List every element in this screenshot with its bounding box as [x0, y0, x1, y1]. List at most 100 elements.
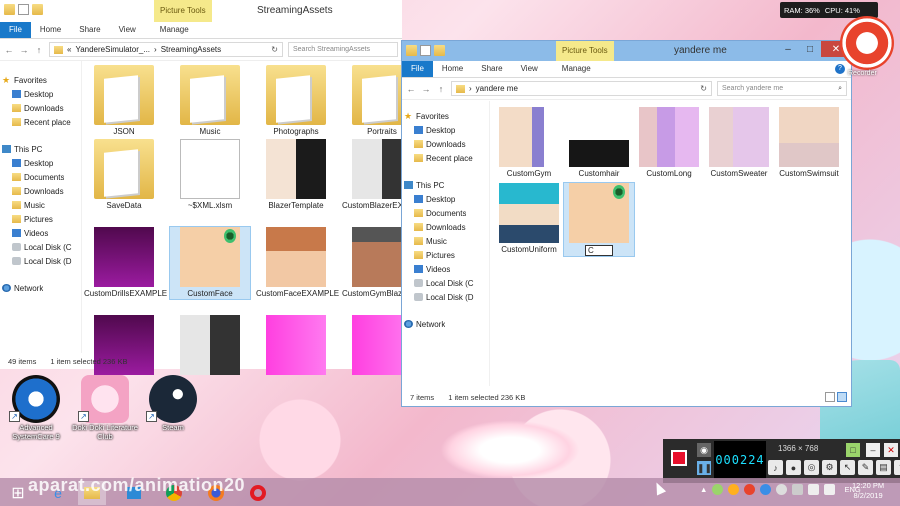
network-icon[interactable] — [808, 484, 820, 495]
nav-item[interactable]: Music — [12, 198, 45, 212]
up-arrow-icon[interactable]: ↑ — [436, 84, 446, 94]
stop-record-button[interactable] — [671, 450, 687, 466]
nav-item[interactable]: Desktop — [414, 123, 455, 137]
breadcrumb-item[interactable]: yandere me — [476, 84, 518, 93]
action-center-icon[interactable] — [792, 484, 804, 495]
tab-view[interactable]: View — [512, 61, 547, 77]
breadcrumb-overflow[interactable]: « — [67, 45, 71, 54]
nav-item[interactable]: Network — [404, 317, 445, 331]
file-item[interactable]: BlazerTemplate — [256, 139, 336, 211]
details-view-icon[interactable] — [825, 392, 835, 402]
desktop-icon-steam[interactable]: ↗ Steam — [140, 375, 206, 432]
volume-icon[interactable] — [824, 484, 836, 495]
tab-share[interactable]: Share — [70, 22, 109, 38]
tab-file[interactable]: File — [402, 61, 433, 77]
search-icon[interactable]: ⌕ — [838, 85, 842, 93]
nav-item[interactable]: Music — [414, 234, 447, 248]
breadcrumb-item[interactable]: YandereSimulator_... — [75, 45, 150, 54]
microphone-icon[interactable]: ● — [786, 460, 801, 475]
file-item[interactable]: Customhair — [564, 107, 634, 179]
folder-item[interactable]: SaveData — [84, 139, 164, 211]
tab-manage[interactable]: Manage — [151, 22, 198, 38]
tray-app-icon[interactable] — [728, 484, 740, 495]
speaker-icon[interactable]: ♪ — [768, 460, 783, 475]
nav-item[interactable]: Desktop — [414, 192, 455, 206]
nav-item[interactable]: Recent place — [414, 151, 473, 165]
desktop-icon-advanced-systemcare[interactable]: ↗ Advanced SystemCare 9 — [3, 375, 69, 441]
new-folder-icon[interactable] — [434, 45, 445, 56]
address-bar[interactable]: › yandere me ↻ — [451, 81, 712, 96]
forward-arrow-icon[interactable]: → — [19, 45, 29, 55]
cursor-icon[interactable]: ↖ — [840, 460, 855, 475]
nav-item[interactable]: Pictures — [414, 248, 455, 262]
file-item[interactable]: CustomLong — [634, 107, 704, 179]
tab-share[interactable]: Share — [472, 61, 511, 77]
nav-item[interactable]: Documents — [414, 206, 466, 220]
back-arrow-icon[interactable]: ← — [4, 45, 14, 55]
nav-item[interactable]: Videos — [12, 226, 48, 240]
search-input[interactable]: Search StreamingAssets — [288, 42, 398, 57]
refresh-icon[interactable]: ↻ — [700, 84, 707, 93]
tray-app-icon[interactable] — [712, 484, 724, 495]
nav-item[interactable]: This PC — [404, 178, 444, 192]
nav-item[interactable]: Desktop — [12, 156, 53, 170]
nav-item[interactable]: Desktop — [12, 87, 53, 101]
nav-item[interactable]: Videos — [414, 262, 450, 276]
minimize-icon[interactable]: ‒ — [777, 41, 799, 57]
upload-icon[interactable]: ⇪ — [894, 460, 900, 475]
file-item[interactable]: C — [563, 182, 635, 257]
address-bar[interactable]: « YandereSimulator_... › StreamingAssets… — [49, 42, 283, 57]
webcam-icon[interactable]: ◎ — [804, 460, 819, 475]
settings-icon[interactable]: ⚙ — [822, 460, 837, 475]
nav-item[interactable]: Downloads — [414, 220, 466, 234]
breadcrumb-item[interactable]: StreamingAssets — [161, 45, 221, 54]
rename-field[interactable]: C — [564, 245, 634, 256]
tab-home[interactable]: Home — [433, 61, 472, 77]
folder-item[interactable]: JSON — [84, 65, 164, 137]
taskbar-clock[interactable]: 12:20 PM 8/2/2019 — [852, 481, 884, 501]
maximize-icon[interactable]: □ — [799, 41, 821, 57]
pause-icon[interactable]: ❚❚ — [697, 461, 712, 475]
up-arrow-icon[interactable]: ↑ — [34, 45, 44, 55]
new-folder-icon[interactable] — [32, 4, 43, 15]
restore-icon[interactable]: □ — [846, 443, 860, 457]
file-item[interactable]: CustomSweater — [704, 107, 774, 179]
minimize-icon[interactable]: – — [866, 443, 880, 457]
folder-item[interactable]: Photographs — [256, 65, 336, 137]
nav-item[interactable]: Downloads — [12, 101, 64, 115]
taskbar-opera[interactable] — [244, 481, 272, 505]
large-icons-view-icon[interactable] — [837, 392, 847, 402]
nav-item[interactable]: Documents — [12, 170, 64, 184]
file-item[interactable]: CustomSwimsuit — [774, 107, 844, 179]
nav-item[interactable]: Recent place — [12, 115, 71, 129]
properties-icon[interactable] — [18, 4, 29, 15]
file-item[interactable]: CustomGym — [494, 107, 564, 179]
properties-icon[interactable] — [420, 45, 431, 56]
folder-icon[interactable]: ▤ — [876, 460, 891, 475]
nav-item[interactable]: Local Disk (D — [12, 254, 72, 268]
file-item[interactable]: CustomFace — [169, 226, 251, 300]
file-item[interactable]: CustomUniform — [494, 183, 564, 255]
nav-item[interactable]: Local Disk (D — [414, 290, 474, 304]
tab-file[interactable]: File — [0, 22, 31, 38]
close-icon[interactable]: ✕ — [884, 443, 898, 457]
file-item[interactable]: CustomFaceEXAMPLE — [256, 227, 339, 299]
search-input[interactable]: Search yandere me ⌕ — [717, 81, 847, 96]
nav-item[interactable]: Downloads — [12, 184, 64, 198]
pen-icon[interactable]: ✎ — [858, 460, 873, 475]
help-icon[interactable]: ? — [835, 64, 845, 74]
camera-icon[interactable]: ◉ — [697, 443, 711, 457]
tab-manage[interactable]: Manage — [553, 61, 600, 77]
tray-app-icon[interactable] — [776, 484, 788, 495]
tab-home[interactable]: Home — [31, 22, 70, 38]
nav-item[interactable]: Pictures — [12, 212, 53, 226]
file-item[interactable]: CustomDrillsEXAMPLE — [84, 227, 167, 299]
refresh-icon[interactable]: ↻ — [271, 45, 278, 54]
nav-item[interactable]: This PC — [2, 142, 42, 156]
tray-app-icon[interactable] — [760, 484, 772, 495]
forward-arrow-icon[interactable]: → — [421, 84, 431, 94]
back-arrow-icon[interactable]: ← — [406, 84, 416, 94]
nav-item[interactable]: Network — [2, 281, 43, 295]
nav-item[interactable]: Local Disk (C — [414, 276, 474, 290]
nav-item[interactable]: Downloads — [414, 137, 466, 151]
